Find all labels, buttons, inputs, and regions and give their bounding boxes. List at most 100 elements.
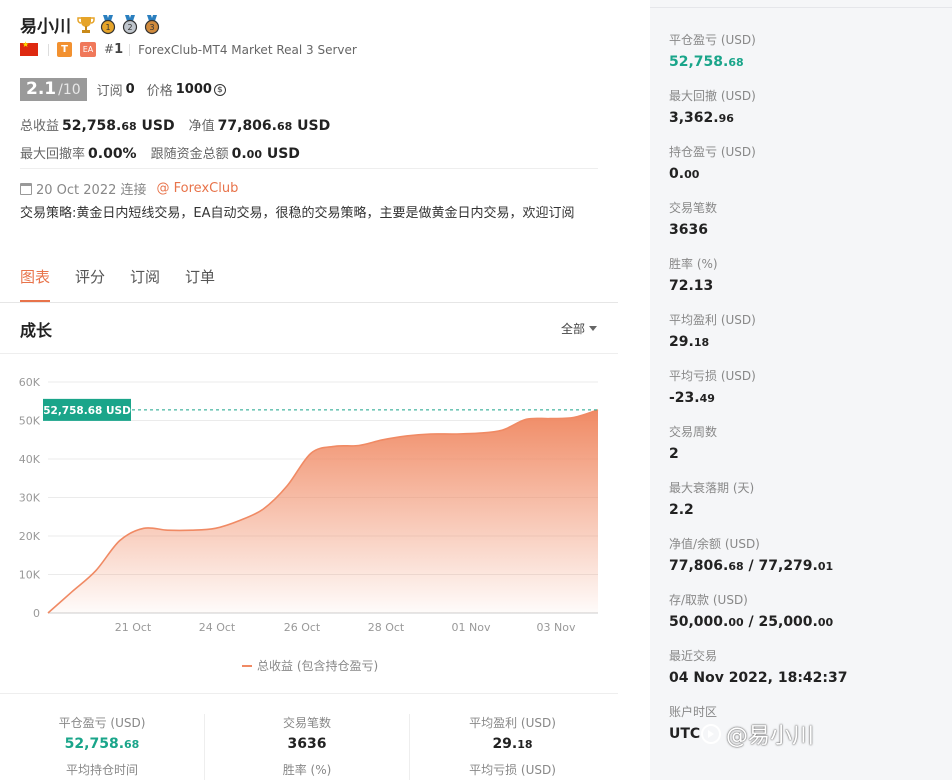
watermark-logo-icon: [701, 724, 721, 744]
account-stat-value: 2.2: [669, 502, 754, 518]
equity-dec: 68: [276, 120, 293, 133]
broker-link[interactable]: @ ForexClub: [157, 181, 239, 196]
account-stat-value: 3,362.96: [669, 110, 756, 126]
account-stat: 胜率 (%) 72.13: [669, 255, 718, 294]
max-drawdown-value: 0.00%: [88, 146, 137, 162]
account-stat-int: 3,362.: [669, 110, 719, 126]
connection-date: 20 Oct 2022 连接: [36, 183, 147, 198]
account-stat-label: 最近交易: [669, 649, 718, 663]
account-stat-int-2: / 77,279.: [743, 558, 818, 574]
y-tick-label: 0: [33, 607, 40, 620]
account-stat-label: 存/取款 (USD): [669, 593, 748, 607]
account-stat: 最近交易 04 Nov 2022, 18:42:37: [669, 647, 848, 686]
summary-stat-label: 平均盈利 (USD): [469, 716, 556, 730]
account-stat-int: 50,000.: [669, 614, 729, 630]
section-divider: [20, 168, 598, 169]
trader-meta-row: T EA #1 ForexClub-MT4 Market Real 3 Serv…: [20, 40, 357, 57]
y-tick-label: 20K: [19, 530, 41, 543]
tab-subscribe[interactable]: 订阅: [130, 266, 160, 297]
equity-int: 77,806.: [217, 118, 277, 134]
account-stat: 最大回撤 (USD) 3,362.96: [669, 87, 756, 126]
watermark-text: @易小川: [726, 724, 815, 749]
account-stat-int: 04 Nov 2022, 18:42:37: [669, 670, 848, 686]
account-stat-label: 平均亏损 (USD): [669, 369, 756, 383]
equity-label: 净值: [188, 119, 215, 134]
account-stat-int-2: / 25,000.: [743, 614, 818, 630]
account-stat-value: 0.00: [669, 166, 756, 182]
watermark: @易小川: [700, 718, 814, 750]
tab-rating[interactable]: 评分: [75, 266, 105, 297]
bottom-divider: [0, 693, 618, 694]
growth-title: 成长: [20, 321, 53, 340]
rank-value: 1: [114, 42, 124, 57]
account-stat-value: -23.49: [669, 390, 756, 406]
account-stat-label: 胜率 (%): [669, 257, 718, 271]
total-profit-int: 52,758.: [62, 118, 122, 134]
meta-divider: [129, 43, 131, 56]
y-tick-label: 40K: [19, 453, 41, 466]
account-stat-dec-2: 01: [817, 560, 834, 573]
summary-stat: 平均盈利 (USD) 29.18 平均亏损 (USD): [410, 714, 615, 780]
connection-row: 20 Oct 2022 连接 @ ForexClub: [20, 179, 238, 198]
price-value: 1000: [175, 82, 212, 97]
x-tick-label: 01 Nov: [452, 621, 491, 634]
current-value-label: 52,758.68 USD: [43, 405, 131, 417]
trader-rank: #1: [104, 42, 123, 57]
account-stat-int: 77,806.: [669, 558, 729, 574]
follow-funds-value: 0.00 USD: [232, 146, 300, 162]
summary-stat-label-2: 平均持仓时间: [65, 763, 138, 777]
panel-top-rule: [650, 0, 952, 8]
y-tick-label: 50K: [19, 415, 41, 428]
growth-divider: [0, 353, 618, 354]
y-tick-label: 30K: [19, 492, 41, 505]
follow-funds-dec: 00: [246, 148, 262, 161]
account-stat-value: 2: [669, 446, 717, 462]
ea-badge: EA: [80, 42, 96, 57]
account-stat: 存/取款 (USD) 50,000.00 / 25,000.00: [669, 591, 833, 630]
tab-underline-rule: [0, 302, 618, 303]
growth-chart: 0 10K 20K 30K 40K 50K 60K 21 Oct 24 Oct 26 Oct 28 …: [19, 376, 599, 673]
summary-stat-dec: 68: [124, 738, 140, 751]
follow-funds-label: 跟随资金总额: [150, 147, 229, 162]
summary-stat-value: 29.18: [410, 736, 615, 752]
x-tick-label: 03 Nov: [537, 621, 576, 634]
score-row: 2.1 /10 订阅 0 价格 1000 $: [20, 78, 226, 101]
account-stat: 最大衰落期 (天) 2.2: [669, 479, 754, 518]
summary-stat-label-2: 平均亏损 (USD): [469, 763, 556, 777]
score-max: /10: [58, 82, 81, 98]
equity-unit: USD: [292, 118, 331, 134]
account-stat-label: 平仓盈亏 (USD): [669, 33, 756, 47]
account-stat-dec: 49: [699, 392, 715, 405]
period-filter-dropdown[interactable]: 全部: [561, 320, 598, 337]
tab-orders[interactable]: 订单: [185, 266, 215, 297]
equity-value: 77,806.68 USD: [218, 118, 331, 134]
svg-text:3: 3: [149, 23, 154, 32]
summary-stat-label: 平仓盈亏 (USD): [58, 716, 146, 730]
total-profit-label: 总收益: [20, 119, 60, 134]
bronze-medal-icon: 3: [144, 14, 160, 34]
tab-chart[interactable]: 图表: [20, 266, 51, 302]
rank-prefix: #: [104, 42, 115, 56]
summary-stat: 平仓盈亏 (USD) 52,758.68 平均持仓时间: [0, 714, 205, 780]
gold-medal-icon: 1: [100, 14, 116, 34]
account-stat-value: 72.13: [669, 278, 718, 294]
y-tick-label: 10K: [19, 569, 41, 582]
account-stat-label: 净值/余额 (USD): [669, 537, 760, 551]
follow-funds-int: 0.: [231, 146, 247, 162]
account-stat-int: 3636: [669, 222, 708, 238]
account-stat-label: 持仓盈亏 (USD): [669, 145, 756, 159]
account-stat-value: 3636: [669, 222, 717, 238]
account-stat-int: UTC: [669, 726, 701, 742]
x-tick-label: 28 Oct: [368, 621, 405, 634]
trader-name: 易小川: [20, 17, 71, 37]
account-stat: 平均亏损 (USD) -23.49: [669, 367, 756, 406]
summary-stats: 平仓盈亏 (USD) 52,758.68 平均持仓时间 交易笔数 3636 胜率 (%) 平…: [0, 714, 618, 780]
account-stat-label: 平均盈利 (USD): [669, 313, 756, 327]
account-stat-dec: 68: [728, 56, 744, 69]
account-stat-int: 2: [669, 446, 679, 462]
price-label: 价格: [146, 84, 173, 99]
account-stat-value: 29.18: [669, 334, 756, 350]
caret-down-icon: [589, 326, 598, 331]
summary-stat: 交易笔数 3636 胜率 (%): [205, 714, 410, 780]
account-stat: 平均盈利 (USD) 29.18: [669, 311, 756, 350]
